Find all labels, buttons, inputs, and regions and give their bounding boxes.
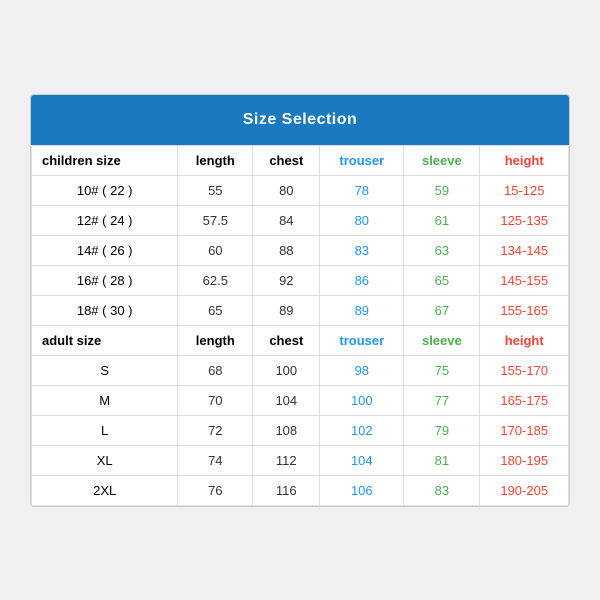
adult-cell-chest: 104 <box>253 385 320 415</box>
adult-col-header-trouser: trouser <box>320 325 404 355</box>
adult-col-header-sleeve: sleeve <box>404 325 480 355</box>
adult-col-header-chest: chest <box>253 325 320 355</box>
child-cell-sleeve: 61 <box>404 205 480 235</box>
children-col-header-children-size: children size <box>32 145 178 175</box>
children-col-header-chest: chest <box>253 145 320 175</box>
children-data-row: 16# ( 28 )62.5928665145-155 <box>32 265 569 295</box>
child-cell-size: 12# ( 24 ) <box>32 205 178 235</box>
adult-cell-chest: 116 <box>253 475 320 505</box>
child-cell-sleeve: 59 <box>404 175 480 205</box>
adult-data-row: XL7411210481180-195 <box>32 445 569 475</box>
header-title: Size Selection <box>243 111 358 128</box>
adult-cell-height: 155-170 <box>480 355 569 385</box>
child-cell-length: 60 <box>178 235 253 265</box>
children-data-row: 14# ( 26 )60888363134-145 <box>32 235 569 265</box>
adult-cell-chest: 108 <box>253 415 320 445</box>
adult-col-header-length: length <box>178 325 253 355</box>
child-cell-height: 145-155 <box>480 265 569 295</box>
adult-cell-chest: 100 <box>253 355 320 385</box>
adult-cell-size: M <box>32 385 178 415</box>
child-cell-chest: 84 <box>253 205 320 235</box>
child-cell-trouser: 83 <box>320 235 404 265</box>
adult-cell-length: 74 <box>178 445 253 475</box>
child-cell-height: 134-145 <box>480 235 569 265</box>
adult-cell-length: 70 <box>178 385 253 415</box>
adult-cell-sleeve: 81 <box>404 445 480 475</box>
child-cell-sleeve: 63 <box>404 235 480 265</box>
adult-cell-size: L <box>32 415 178 445</box>
adult-cell-size: S <box>32 355 178 385</box>
adult-cell-length: 76 <box>178 475 253 505</box>
child-cell-chest: 89 <box>253 295 320 325</box>
children-data-row: 10# ( 22 )5580785915-125 <box>32 175 569 205</box>
adult-cell-height: 180-195 <box>480 445 569 475</box>
table-header: Size Selection <box>31 95 569 145</box>
child-cell-length: 57.5 <box>178 205 253 235</box>
adult-cell-sleeve: 83 <box>404 475 480 505</box>
child-cell-trouser: 86 <box>320 265 404 295</box>
child-cell-chest: 92 <box>253 265 320 295</box>
child-cell-sleeve: 65 <box>404 265 480 295</box>
adult-cell-size: XL <box>32 445 178 475</box>
child-cell-trouser: 78 <box>320 175 404 205</box>
adult-data-row: S681009875155-170 <box>32 355 569 385</box>
adult-data-row: M7010410077165-175 <box>32 385 569 415</box>
child-cell-height: 125-135 <box>480 205 569 235</box>
adult-cell-height: 170-185 <box>480 415 569 445</box>
adult-cell-sleeve: 79 <box>404 415 480 445</box>
adult-cell-length: 68 <box>178 355 253 385</box>
child-cell-length: 55 <box>178 175 253 205</box>
child-cell-length: 65 <box>178 295 253 325</box>
adult-data-row: 2XL7611610683190-205 <box>32 475 569 505</box>
child-cell-size: 18# ( 30 ) <box>32 295 178 325</box>
adult-cell-height: 190-205 <box>480 475 569 505</box>
children-data-row: 12# ( 24 )57.5848061125-135 <box>32 205 569 235</box>
adult-cell-trouser: 106 <box>320 475 404 505</box>
adult-data-row: L7210810279170-185 <box>32 415 569 445</box>
children-col-header-sleeve: sleeve <box>404 145 480 175</box>
child-cell-length: 62.5 <box>178 265 253 295</box>
children-col-header-trouser: trouser <box>320 145 404 175</box>
adult-cell-sleeve: 75 <box>404 355 480 385</box>
adult-cell-chest: 112 <box>253 445 320 475</box>
children-header-row: children sizelengthchesttrousersleevehei… <box>32 145 569 175</box>
child-cell-size: 10# ( 22 ) <box>32 175 178 205</box>
adult-cell-size: 2XL <box>32 475 178 505</box>
child-cell-height: 15-125 <box>480 175 569 205</box>
adult-cell-trouser: 104 <box>320 445 404 475</box>
adult-cell-sleeve: 77 <box>404 385 480 415</box>
size-table: children sizelengthchesttrousersleevehei… <box>31 145 569 506</box>
adult-col-header-height: height <box>480 325 569 355</box>
child-cell-sleeve: 67 <box>404 295 480 325</box>
children-col-header-height: height <box>480 145 569 175</box>
size-selection-container: Size Selection children sizelengthchestt… <box>30 94 570 507</box>
child-cell-height: 155-165 <box>480 295 569 325</box>
adult-cell-height: 165-175 <box>480 385 569 415</box>
child-cell-trouser: 80 <box>320 205 404 235</box>
adult-cell-trouser: 98 <box>320 355 404 385</box>
adult-cell-trouser: 102 <box>320 415 404 445</box>
adult-cell-length: 72 <box>178 415 253 445</box>
children-data-row: 18# ( 30 )65898967155-165 <box>32 295 569 325</box>
child-cell-trouser: 89 <box>320 295 404 325</box>
adult-header-row: adult sizelengthchesttrousersleeveheight <box>32 325 569 355</box>
child-cell-size: 16# ( 28 ) <box>32 265 178 295</box>
child-cell-size: 14# ( 26 ) <box>32 235 178 265</box>
adult-cell-trouser: 100 <box>320 385 404 415</box>
child-cell-chest: 88 <box>253 235 320 265</box>
child-cell-chest: 80 <box>253 175 320 205</box>
children-col-header-length: length <box>178 145 253 175</box>
adult-col-header-adult-size: adult size <box>32 325 178 355</box>
